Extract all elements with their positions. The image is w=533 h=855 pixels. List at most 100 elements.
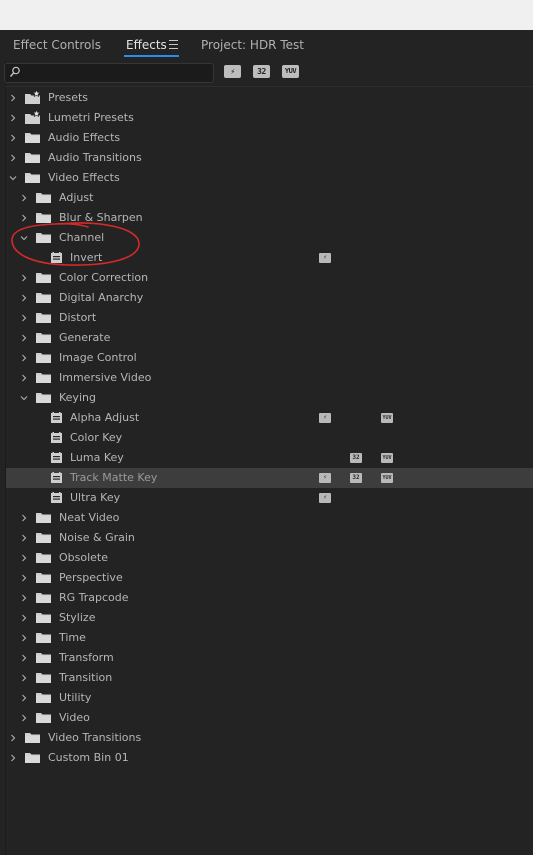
folder-icon bbox=[36, 513, 51, 523]
tree-item-label: Ultra Key bbox=[70, 491, 121, 504]
folder-item-obsolete[interactable]: Obsolete bbox=[6, 548, 533, 568]
folder-item-video-transitions[interactable]: Video Transitions bbox=[6, 728, 533, 748]
folder-item-noise-grain[interactable]: Noise & Grain bbox=[6, 528, 533, 548]
chevron-right-icon[interactable] bbox=[20, 374, 28, 382]
tree-item-label: Alpha Adjust bbox=[70, 411, 140, 424]
folder-item-audio-effects[interactable]: Audio Effects bbox=[6, 128, 533, 148]
tab-effect-controls[interactable]: Effect Controls bbox=[13, 38, 101, 52]
chevron-right-icon[interactable] bbox=[20, 214, 28, 222]
search-icon bbox=[9, 66, 20, 77]
chevron-right-icon[interactable] bbox=[9, 94, 17, 102]
effect-item-color-key[interactable]: Color Key bbox=[6, 428, 533, 448]
chevron-right-icon[interactable] bbox=[20, 274, 28, 282]
effect-icon bbox=[51, 452, 62, 463]
chevron-right-icon[interactable] bbox=[20, 514, 28, 522]
chevron-right-icon[interactable] bbox=[20, 694, 28, 702]
folder-item-transform[interactable]: Transform bbox=[6, 648, 533, 668]
search-box[interactable] bbox=[4, 63, 214, 83]
chevron-right-icon[interactable] bbox=[9, 734, 17, 742]
chevron-right-icon[interactable] bbox=[9, 114, 17, 122]
folder-icon bbox=[25, 153, 40, 163]
folder-item-presets[interactable]: Presets bbox=[6, 88, 533, 108]
chevron-right-icon[interactable] bbox=[20, 574, 28, 582]
chevron-right-icon[interactable] bbox=[20, 194, 28, 202]
chevron-right-icon[interactable] bbox=[20, 334, 28, 342]
tree-item-label: Lumetri Presets bbox=[48, 111, 134, 124]
tree-item-label: Digital Anarchy bbox=[59, 291, 144, 304]
chevron-right-icon[interactable] bbox=[20, 634, 28, 642]
chevron-right-icon[interactable] bbox=[20, 614, 28, 622]
search-input[interactable] bbox=[27, 65, 207, 80]
folder-item-transition[interactable]: Transition bbox=[6, 668, 533, 688]
folder-item-adjust[interactable]: Adjust bbox=[6, 188, 533, 208]
folder-item-audio-transitions[interactable]: Audio Transitions bbox=[6, 148, 533, 168]
effect-item-invert[interactable]: Invert ⚡ bbox=[6, 248, 533, 268]
folder-item-rg-trapcode[interactable]: RG Trapcode bbox=[6, 588, 533, 608]
yuv-badge-icon: YUV bbox=[381, 453, 393, 463]
chevron-down-icon[interactable] bbox=[9, 174, 17, 182]
folder-item-generate[interactable]: Generate bbox=[6, 328, 533, 348]
tree-item-label: Noise & Grain bbox=[59, 531, 135, 544]
tree-item-label: Adjust bbox=[59, 191, 94, 204]
effect-item-luma-key[interactable]: Luma Key 32 YUV bbox=[6, 448, 533, 468]
tree-item-label: Generate bbox=[59, 331, 111, 344]
chevron-right-icon[interactable] bbox=[20, 534, 28, 542]
chevron-right-icon[interactable] bbox=[20, 674, 28, 682]
chevron-right-icon[interactable] bbox=[20, 714, 28, 722]
chevron-right-icon[interactable] bbox=[20, 314, 28, 322]
chevron-right-icon[interactable] bbox=[20, 594, 28, 602]
tree-item-label: Transition bbox=[59, 671, 113, 684]
folder-item-image-control[interactable]: Image Control bbox=[6, 348, 533, 368]
chevron-right-icon[interactable] bbox=[20, 554, 28, 562]
folder-item-stylize[interactable]: Stylize bbox=[6, 608, 533, 628]
chevron-right-icon[interactable] bbox=[9, 754, 17, 762]
folder-item-lumetri-presets[interactable]: Lumetri Presets bbox=[6, 108, 533, 128]
tree-item-label: Perspective bbox=[59, 571, 123, 584]
chevron-right-icon[interactable] bbox=[20, 354, 28, 362]
tree-item-label: Video bbox=[59, 711, 90, 724]
panel-menu-icon[interactable] bbox=[169, 40, 178, 49]
yuv-badge-icon: YUV bbox=[381, 413, 393, 423]
folder-item-video[interactable]: Video bbox=[6, 708, 533, 728]
effect-item-ultra-key[interactable]: Ultra Key ⚡ bbox=[6, 488, 533, 508]
folder-item-digital-anarchy[interactable]: Digital Anarchy bbox=[6, 288, 533, 308]
effect-icon bbox=[51, 472, 62, 483]
folder-icon bbox=[36, 393, 51, 403]
folder-icon bbox=[36, 593, 51, 603]
folder-item-time[interactable]: Time bbox=[6, 628, 533, 648]
folder-item-color-correction[interactable]: Color Correction bbox=[6, 268, 533, 288]
folder-item-keying[interactable]: Keying bbox=[6, 388, 533, 408]
chevron-right-icon[interactable] bbox=[9, 134, 17, 142]
folder-icon bbox=[36, 193, 51, 203]
folder-item-immersive-video[interactable]: Immersive Video bbox=[6, 368, 533, 388]
32bit-filter-button[interactable]: 32 bbox=[253, 65, 270, 78]
tree-item-label: Keying bbox=[59, 391, 96, 404]
tree-item-label: Video Transitions bbox=[48, 731, 142, 744]
chevron-down-icon[interactable] bbox=[20, 394, 28, 402]
chevron-right-icon[interactable] bbox=[20, 294, 28, 302]
effect-icon bbox=[51, 252, 62, 263]
folder-item-custom-bin-01[interactable]: Custom Bin 01 bbox=[6, 748, 533, 768]
effect-item-track-matte-key[interactable]: Track Matte Key ⚡ 32 YUV bbox=[6, 468, 533, 488]
tab-project[interactable]: Project: HDR Test bbox=[201, 38, 304, 52]
tree-item-label: Immersive Video bbox=[59, 371, 152, 384]
folder-item-perspective[interactable]: Perspective bbox=[6, 568, 533, 588]
accelerated-effects-filter-button[interactable]: ⚡ bbox=[224, 65, 241, 78]
folder-item-utility[interactable]: Utility bbox=[6, 688, 533, 708]
active-tab-indicator bbox=[124, 55, 179, 57]
folder-item-video-effects[interactable]: Video Effects bbox=[6, 168, 533, 188]
effect-item-alpha-adjust[interactable]: Alpha Adjust ⚡ YUV bbox=[6, 408, 533, 428]
folder-item-distort[interactable]: Distort bbox=[6, 308, 533, 328]
folder-item-blur-sharpen[interactable]: Blur & Sharpen bbox=[6, 208, 533, 228]
tree-item-label: Presets bbox=[48, 91, 89, 104]
chevron-right-icon[interactable] bbox=[20, 654, 28, 662]
folder-item-channel[interactable]: Channel bbox=[6, 228, 533, 248]
folder-icon bbox=[36, 613, 51, 623]
chevron-right-icon[interactable] bbox=[9, 154, 17, 162]
folder-item-neat-video[interactable]: Neat Video bbox=[6, 508, 533, 528]
yuv-filter-button[interactable]: YUV bbox=[282, 65, 299, 78]
tab-effects[interactable]: Effects bbox=[126, 38, 167, 52]
folder-icon bbox=[36, 293, 51, 303]
chevron-down-icon[interactable] bbox=[20, 234, 28, 242]
tree-item-label: Distort bbox=[59, 311, 97, 324]
